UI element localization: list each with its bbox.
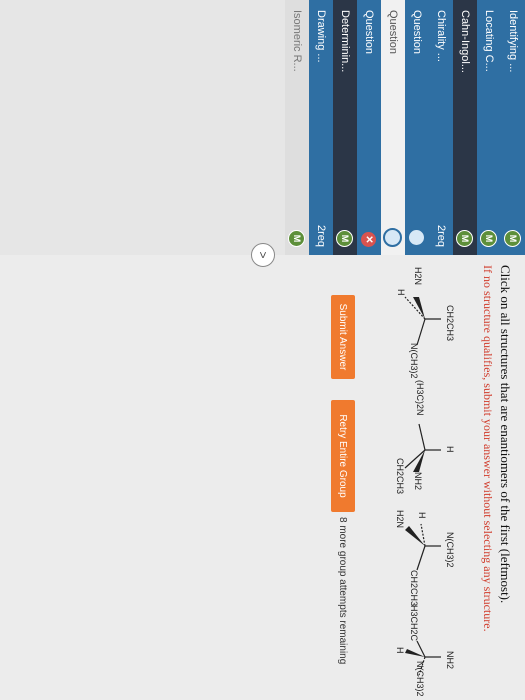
- mastery-icon: M: [480, 230, 498, 247]
- structure-1[interactable]: CH2CH3 H2N N(CH3)2 H: [393, 267, 463, 379]
- sidebar: Identifying ... M Locating C... M Cahn-I…: [0, 0, 525, 255]
- required-count: 2req: [435, 224, 447, 247]
- sidebar-item-question-1[interactable]: Question: [405, 0, 429, 255]
- incorrect-icon: ✕: [361, 232, 377, 247]
- structure-4[interactable]: NH2 H3CH2C N(CH3)2 H: [388, 605, 463, 700]
- structure-4-left-label: H3CH2C: [409, 605, 419, 642]
- structure-4-right-label: N(CH3)2: [415, 661, 425, 697]
- main-content: > Click on all structures that are enant…: [0, 243, 525, 700]
- sidebar-item-label: Isomeric R...: [291, 10, 303, 72]
- sidebar-item-label: Chirality ...: [435, 10, 447, 62]
- sidebar-item-label: Question: [411, 10, 423, 55]
- sidebar-item-label: Determinin...: [339, 10, 351, 73]
- structure-2-bottom-label: CH2CH3: [395, 458, 405, 495]
- required-count: 2req: [315, 224, 327, 247]
- structure-3-right-label: CH2CH3: [409, 570, 419, 607]
- sidebar-item-identifying[interactable]: Identifying ... M: [501, 0, 525, 255]
- structure-4-bottom-label: H: [395, 647, 405, 654]
- sidebar-item-label: Drawing ...: [315, 10, 327, 63]
- structure-3-left-label: H: [417, 512, 427, 519]
- sidebar-item-determining[interactable]: Determinin... M: [333, 0, 357, 255]
- sidebar-item-label: Locating C...: [483, 10, 495, 72]
- sidebar-item-isomeric[interactable]: Isomeric R... M: [285, 0, 309, 255]
- structure-3-top-label: N(CH3)2: [445, 532, 455, 568]
- structure-1-left-label: H2N: [413, 267, 423, 286]
- retry-group-button[interactable]: Retry Entire Group: [331, 400, 355, 512]
- sidebar-item-chirality[interactable]: Chirality ... 2req: [429, 0, 453, 255]
- structure-1-top-label: CH2CH3: [445, 305, 455, 342]
- mastery-icon: M: [288, 230, 306, 247]
- sidebar-item-drawing[interactable]: Drawing ... 2req: [309, 0, 333, 255]
- structure-4-top-label: NH2: [445, 651, 455, 670]
- sidebar-item-label: Identifying ...: [507, 10, 519, 73]
- mastery-icon: M: [456, 230, 474, 247]
- in-progress-icon: [407, 228, 427, 247]
- mastery-icon: M: [336, 230, 354, 247]
- sidebar-item-question-3[interactable]: Question ✕: [357, 0, 381, 255]
- structure-1-bottom-label: H: [396, 289, 406, 296]
- question-note: If no structure qualifies, submit your a…: [481, 265, 495, 632]
- question-instruction: Click on all structures that are enantio…: [498, 265, 513, 604]
- mastery-icon: M: [504, 230, 522, 247]
- collapse-sidebar-button[interactable]: >: [251, 243, 275, 267]
- structure-1-right-label: N(CH3)2: [409, 343, 419, 379]
- submit-answer-button[interactable]: Submit Answer: [331, 295, 355, 379]
- structure-2[interactable]: H (H3C)2N NH2 CH2CH3: [388, 380, 463, 500]
- sidebar-item-locating[interactable]: Locating C... M: [477, 0, 501, 255]
- attempts-remaining: 8 more group attempts remaining: [337, 517, 348, 665]
- structure-2-top-label: H: [445, 446, 455, 453]
- sidebar-item-cahn-ingold[interactable]: Cahn-Ingol... M: [453, 0, 477, 255]
- sidebar-item-label: Cahn-Ingol...: [459, 10, 471, 73]
- sidebar-item-label: Question: [363, 10, 375, 55]
- structure-2-left-label: (H3C)2N: [415, 380, 425, 416]
- sidebar-item-question-2[interactable]: Question: [381, 0, 405, 255]
- structure-3[interactable]: N(CH3)2 H CH2CH3 H2N: [388, 500, 463, 610]
- structure-3-bottom-label: H2N: [395, 510, 405, 529]
- structure-2-right-label: NH2: [413, 472, 423, 491]
- sidebar-item-label: Question: [387, 10, 399, 55]
- in-progress-icon: [383, 228, 403, 247]
- page: Identifying ... M Locating C... M Cahn-I…: [0, 0, 525, 700]
